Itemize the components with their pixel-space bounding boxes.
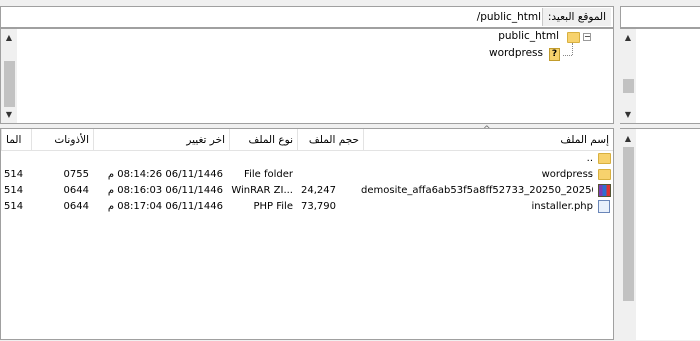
file-type: WinRAR ZI... — [231, 185, 293, 196]
column-file-size[interactable]: حجم الملف — [297, 129, 363, 151]
local-file-list: ▲ — [620, 128, 700, 341]
scroll-thumb[interactable] — [623, 79, 634, 93]
file-type: File folder — [244, 169, 293, 180]
unknown-folder-icon: ? — [549, 48, 560, 61]
remote-directory-tree: ▲ ▼ − public_html ? wordpress — [0, 28, 614, 124]
table-row[interactable]: 514 0644 06/11/1446 08:17:04 م PHP File … — [1, 199, 613, 215]
folder-icon — [598, 169, 611, 180]
folder-icon — [598, 153, 611, 164]
table-row[interactable]: 514 0644 06/11/1446 08:16:03 م WinRAR ZI… — [1, 183, 613, 199]
remote-location-input[interactable]: /public_html — [477, 9, 541, 25]
file-name: demosite_affa6ab53f5a8ff52733_20250_2025… — [361, 185, 593, 196]
file-name: installer.php — [531, 201, 594, 212]
file-owner: 514 — [4, 185, 24, 196]
tree-item-wordpress[interactable]: wordpress — [489, 47, 543, 59]
column-permissions[interactable]: الأذونات — [31, 129, 93, 151]
local-tree-panel: ▲ ▼ — [620, 28, 700, 124]
tree-connector — [563, 55, 572, 56]
winrar-archive-icon — [598, 184, 611, 197]
php-file-icon — [598, 200, 610, 213]
scroll-up-arrow-icon[interactable]: ▲ — [621, 131, 635, 145]
column-last-modified[interactable]: اخر تغيير — [93, 129, 229, 151]
remote-file-list: الما الأذونات اخر تغيير نوع الملف حجم ال… — [0, 125, 614, 340]
file-name: wordpress — [541, 169, 593, 180]
file-modified: 06/11/1446 08:14:26 م — [107, 169, 223, 180]
file-permissions: 0644 — [63, 201, 89, 212]
tree-item-public-html[interactable]: public_html — [498, 30, 559, 42]
scroll-up-arrow-icon[interactable]: ▲ — [621, 30, 635, 44]
scroll-thumb[interactable] — [4, 61, 15, 107]
scroll-down-arrow-icon[interactable]: ▼ — [2, 107, 16, 121]
file-modified: 06/11/1446 08:16:03 م — [107, 185, 223, 196]
file-owner: 514 — [4, 201, 24, 212]
scroll-up-arrow-icon[interactable]: ▲ — [2, 30, 16, 44]
column-owner[interactable]: الما — [1, 129, 31, 151]
scroll-thumb[interactable] — [623, 147, 634, 301]
tree-connector — [572, 43, 573, 55]
folder-icon — [567, 32, 580, 43]
column-file-type[interactable]: نوع الملف — [229, 129, 297, 151]
local-list-scrollbar[interactable]: ▲ — [620, 129, 636, 341]
table-row[interactable]: .. — [1, 151, 613, 167]
file-permissions: 0755 — [63, 169, 89, 180]
tree-scrollbar[interactable]: ▲ ▼ — [1, 29, 17, 123]
file-owner: 514 — [4, 169, 24, 180]
file-permissions: 0644 — [63, 185, 89, 196]
remote-location-label: الموقع البعيد: — [541, 8, 611, 26]
collapse-toggle-icon[interactable]: − — [583, 33, 591, 41]
local-tree-scrollbar[interactable]: ▲ ▼ — [620, 29, 636, 123]
scroll-down-arrow-icon[interactable]: ▼ — [621, 107, 635, 121]
local-location-input[interactable] — [620, 6, 700, 28]
file-name: .. — [586, 153, 593, 164]
file-size: 24,247 — [301, 185, 336, 196]
file-size: 73,790 — [301, 201, 336, 212]
file-list-header: الما الأذونات اخر تغيير نوع الملف حجم ال… — [1, 125, 613, 151]
file-modified: 06/11/1446 08:17:04 م — [107, 201, 223, 212]
file-type: PHP File — [253, 201, 294, 212]
sort-ascending-icon: ^ — [483, 125, 491, 135]
remote-location-bar: الموقع البعيد: /public_html — [0, 6, 614, 28]
table-row[interactable]: 514 0755 06/11/1446 08:14:26 م File fold… — [1, 167, 613, 183]
